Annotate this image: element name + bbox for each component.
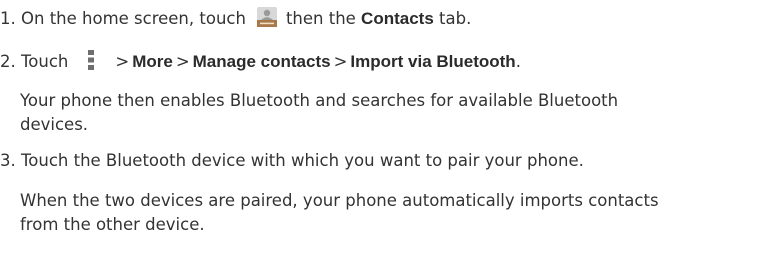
path-separator: > bbox=[333, 52, 348, 71]
step-2-text: Touch bbox=[21, 52, 69, 71]
menu-overflow-icon bbox=[88, 50, 95, 70]
step-3-note-line-1: When the two devices are paired, your ph… bbox=[20, 191, 659, 210]
step-3-note-line-2: from the other device. bbox=[20, 215, 205, 234]
more-label: More bbox=[132, 52, 173, 71]
step-3-number: 3. bbox=[0, 151, 16, 170]
step-1-number: 1. bbox=[0, 9, 16, 28]
step-1-text-end: tab. bbox=[439, 9, 472, 28]
step-2-note-line-2: devices. bbox=[20, 115, 89, 134]
step-1-text-after: then the bbox=[285, 9, 356, 28]
step-1: 1. On the home screen, touch then the Co… bbox=[0, 6, 471, 31]
step-2: 2. Touch > More > Manage contacts > Import vi… bbox=[0, 49, 521, 74]
import-via-bluetooth-label: Import via Bluetooth bbox=[350, 52, 516, 71]
step-2-note-line-1: Your phone then enables Bluetooth and se… bbox=[20, 91, 619, 110]
step-2-number: 2. bbox=[0, 52, 16, 71]
step-3: 3. Touch the Bluetooth device with which… bbox=[0, 149, 584, 173]
path-separator: > bbox=[115, 52, 130, 71]
step-2-period: . bbox=[515, 52, 521, 71]
contacts-app-icon bbox=[256, 7, 277, 27]
manage-contacts-label: Manage contacts bbox=[192, 52, 331, 71]
step-3-text: Touch the Bluetooth device with which yo… bbox=[21, 151, 584, 170]
step-1-text: On the home screen, touch bbox=[21, 9, 246, 28]
instruction-document: 1. On the home screen, touch then the Co… bbox=[0, 0, 760, 260]
contacts-tab-label: Contacts bbox=[361, 9, 434, 28]
path-separator: > bbox=[175, 52, 190, 71]
